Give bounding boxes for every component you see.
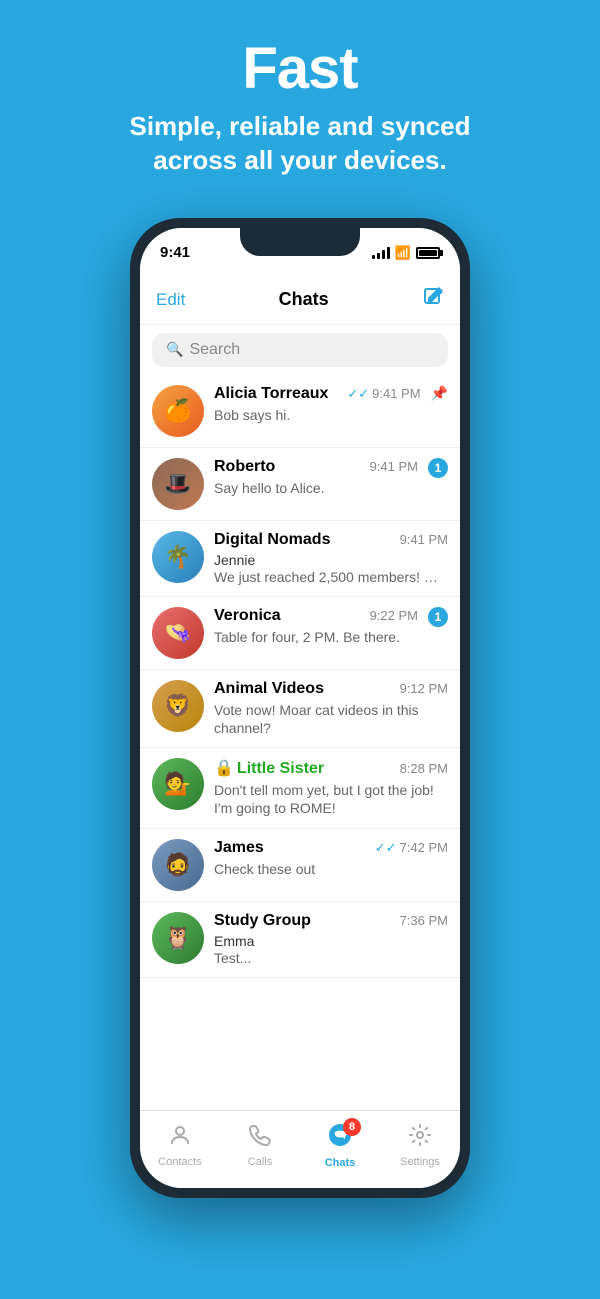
list-item[interactable]: 👒 Veronica 9:22 PM Table for four, 2 PM.… bbox=[140, 597, 460, 670]
hero-title: Fast bbox=[20, 40, 580, 98]
chat-preview: We just reached 2,500 members! WOO! bbox=[214, 568, 448, 586]
unread-badge: 1 bbox=[428, 607, 448, 627]
chat-name: Digital Nomads bbox=[214, 531, 330, 549]
bottom-tab-bar: Contacts Calls bbox=[140, 1110, 460, 1188]
status-icons: 📶 bbox=[372, 245, 440, 261]
chat-time: 7:36 PM bbox=[400, 913, 448, 928]
chat-preview: Test... bbox=[214, 949, 448, 967]
chat-content: Study Group 7:36 PM Emma Test... bbox=[214, 912, 448, 967]
chat-preview: Check these out bbox=[214, 860, 448, 878]
settings-icon bbox=[408, 1123, 432, 1153]
list-item[interactable]: 🧔 James ✓✓ 7:42 PM Check these out bbox=[140, 829, 460, 902]
chat-name: James bbox=[214, 839, 264, 857]
chat-meta: 1 bbox=[428, 458, 448, 478]
chats-tab-badge: 8 bbox=[343, 1118, 361, 1136]
chat-content: Alicia Torreaux ✓✓ 9:41 PM Bob says hi. bbox=[214, 385, 421, 424]
hero-subtitle: Simple, reliable and synced across all y… bbox=[90, 110, 510, 178]
avatar: 🧔 bbox=[152, 839, 204, 891]
header-title: Chats bbox=[279, 289, 329, 310]
list-item[interactable]: 🦁 Animal Videos 9:12 PM Vote now! Moar c… bbox=[140, 670, 460, 748]
avatar: 💁 bbox=[152, 758, 204, 810]
chat-preview: Vote now! Moar cat videos in this channe… bbox=[214, 701, 448, 737]
status-bar: 9:41 📶 bbox=[140, 228, 460, 278]
chat-name: Animal Videos bbox=[214, 680, 324, 698]
phone-wrapper: 9:41 📶 Edit Cha bbox=[0, 218, 600, 1198]
chat-content: Digital Nomads 9:41 PM Jennie We just re… bbox=[214, 531, 448, 586]
unread-badge: 1 bbox=[428, 458, 448, 478]
chat-sender: Jennie bbox=[214, 552, 448, 568]
avatar: 🎩 bbox=[152, 458, 204, 510]
chat-preview: Don't tell mom yet, but I got the job! I… bbox=[214, 781, 448, 817]
chat-time: 9:41 PM bbox=[400, 532, 448, 547]
chat-meta: 1 bbox=[428, 607, 448, 627]
chats-icon: 8 bbox=[327, 1122, 353, 1154]
double-tick-icon: ✓✓ bbox=[375, 840, 397, 856]
tab-label-settings: Settings bbox=[400, 1156, 440, 1168]
status-time: 9:41 bbox=[160, 244, 190, 261]
chat-time: ✓✓ 7:42 PM bbox=[375, 840, 448, 856]
chat-meta: 📌 bbox=[431, 385, 448, 402]
list-item[interactable]: 🍊 Alicia Torreaux ✓✓ 9:41 PM Bob says hi… bbox=[140, 375, 460, 448]
hero-section: Fast Simple, reliable and synced across … bbox=[0, 0, 600, 198]
chat-time: ✓✓ 9:41 PM bbox=[347, 386, 420, 402]
avatar: 🍊 bbox=[152, 385, 204, 437]
chat-time: 9:22 PM bbox=[370, 608, 418, 623]
chat-content: Animal Videos 9:12 PM Vote now! Moar cat… bbox=[214, 680, 448, 737]
chat-time: 9:12 PM bbox=[400, 681, 448, 696]
search-icon: 🔍 bbox=[166, 341, 183, 358]
phone-frame: 9:41 📶 Edit Cha bbox=[130, 218, 470, 1198]
tab-chats[interactable]: 8 Chats bbox=[300, 1111, 380, 1188]
tab-calls[interactable]: Calls bbox=[220, 1111, 300, 1188]
avatar: 🌴 bbox=[152, 531, 204, 583]
search-placeholder: Search bbox=[189, 341, 240, 359]
list-item[interactable]: 💁 🔒Little Sister 8:28 PM Don't tell mom … bbox=[140, 748, 460, 828]
chat-name: Veronica bbox=[214, 607, 281, 625]
calls-icon bbox=[248, 1123, 272, 1153]
avatar: 🦉 bbox=[152, 912, 204, 964]
search-bar-container: 🔍 Search bbox=[140, 325, 460, 375]
chat-content: Roberto 9:41 PM Say hello to Alice. bbox=[214, 458, 418, 497]
chat-content: Veronica 9:22 PM Table for four, 2 PM. B… bbox=[214, 607, 418, 646]
signal-bars-icon bbox=[372, 247, 390, 259]
tab-label-contacts: Contacts bbox=[158, 1156, 201, 1168]
tab-settings[interactable]: Settings bbox=[380, 1111, 460, 1188]
compose-button[interactable] bbox=[422, 286, 444, 314]
list-item[interactable]: 🌴 Digital Nomads 9:41 PM Jennie We just … bbox=[140, 521, 460, 597]
lock-icon: 🔒 bbox=[214, 760, 234, 777]
chat-name: Alicia Torreaux bbox=[214, 385, 328, 403]
chat-name: Roberto bbox=[214, 458, 275, 476]
search-bar[interactable]: 🔍 Search bbox=[152, 333, 448, 367]
wifi-icon: 📶 bbox=[395, 245, 411, 261]
chat-content: 🔒Little Sister 8:28 PM Don't tell mom ye… bbox=[214, 758, 448, 817]
phone-screen: 9:41 📶 Edit Cha bbox=[140, 228, 460, 1188]
chat-preview: Bob says hi. bbox=[214, 406, 421, 424]
chat-time: 8:28 PM bbox=[400, 761, 448, 776]
battery-icon bbox=[416, 247, 440, 259]
notch bbox=[240, 228, 360, 256]
chat-name: Study Group bbox=[214, 912, 311, 930]
tab-label-calls: Calls bbox=[248, 1156, 272, 1168]
double-tick-icon: ✓✓ bbox=[347, 386, 369, 402]
list-item[interactable]: 🦉 Study Group 7:36 PM Emma Test... bbox=[140, 902, 460, 978]
edit-button[interactable]: Edit bbox=[156, 290, 185, 310]
chat-sender: Emma bbox=[214, 933, 448, 949]
chat-preview: Say hello to Alice. bbox=[214, 479, 418, 497]
tab-label-chats: Chats bbox=[325, 1157, 356, 1169]
chats-list: 🍊 Alicia Torreaux ✓✓ 9:41 PM Bob says hi… bbox=[140, 375, 460, 1110]
chat-content: James ✓✓ 7:42 PM Check these out bbox=[214, 839, 448, 878]
chat-time: 9:41 PM bbox=[370, 459, 418, 474]
tab-contacts[interactable]: Contacts bbox=[140, 1111, 220, 1188]
chat-preview: Table for four, 2 PM. Be there. bbox=[214, 628, 418, 646]
pin-icon: 📌 bbox=[431, 385, 448, 402]
avatar: 🦁 bbox=[152, 680, 204, 732]
chat-name: 🔒Little Sister bbox=[214, 758, 324, 778]
list-item[interactable]: 🎩 Roberto 9:41 PM Say hello to Alice. 1 bbox=[140, 448, 460, 521]
contacts-icon bbox=[168, 1123, 192, 1153]
avatar: 👒 bbox=[152, 607, 204, 659]
app-header: Edit Chats bbox=[140, 278, 460, 325]
